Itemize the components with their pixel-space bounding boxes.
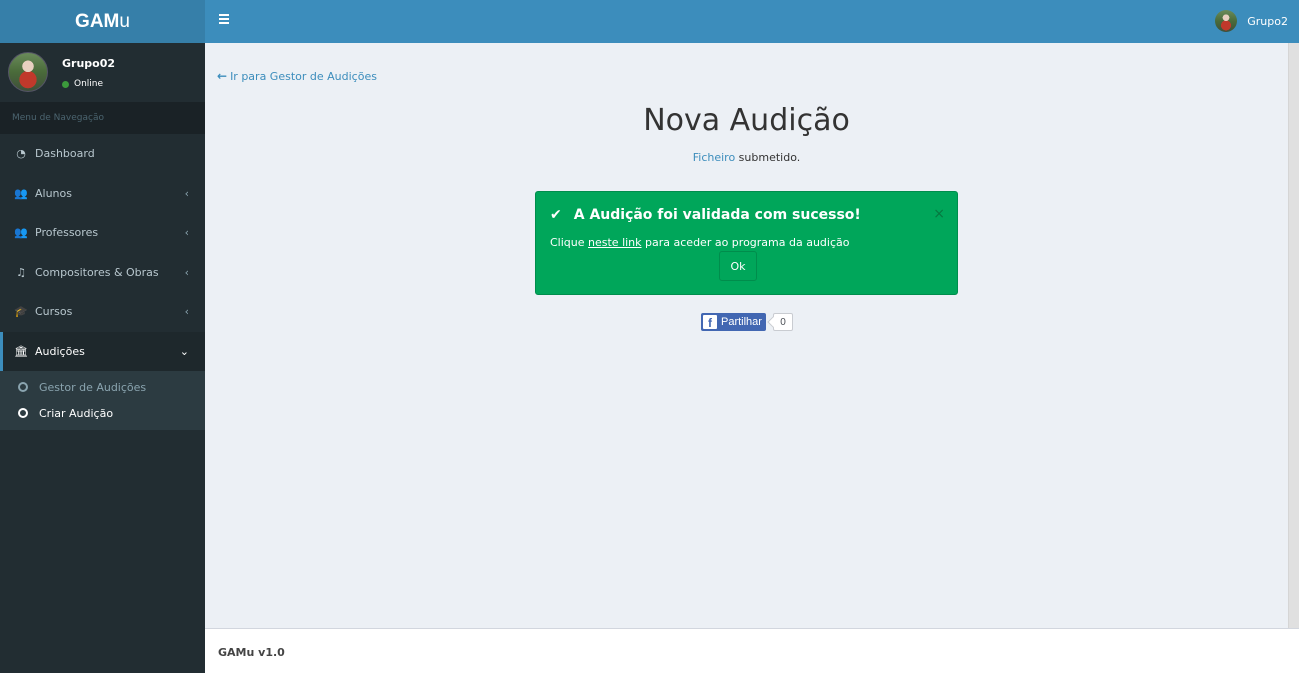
back-to-gestor-link[interactable]: ← Ir para Gestor de Audições [217, 69, 377, 83]
chevron-left-icon: ‹ [184, 265, 189, 279]
user-name: Grupo02 [62, 57, 116, 70]
institution-icon: 🏛 [14, 344, 28, 358]
users-icon: 👥 [14, 186, 28, 200]
submenu-item-label: Gestor de Audições [39, 380, 147, 394]
alert-text-after: para aceder ao programa da audição [641, 236, 850, 249]
footer-version: GAMu v1.0 [218, 646, 285, 659]
facebook-share-button[interactable]: f Partilhar [701, 313, 766, 331]
ficheiro-link[interactable]: Ficheiro [693, 151, 735, 164]
sidebar-item-cursos[interactable]: 🎓 Cursos ‹ [0, 292, 205, 332]
online-status-dot-icon [62, 80, 69, 88]
logo-bold: GAM [75, 10, 120, 32]
sidebar-item-label: Alunos [35, 186, 72, 200]
submenu-item-gestor-audicoes[interactable]: Gestor de Audições [0, 374, 205, 400]
sidebar-item-alunos[interactable]: 👥 Alunos ‹ [0, 174, 205, 214]
sidebar-item-label: Cursos [35, 305, 73, 319]
chevron-down-icon: ⌄ [179, 344, 189, 358]
avatar [1215, 10, 1238, 32]
app-logo[interactable]: GAM u [0, 0, 205, 43]
chevron-left-icon: ‹ [184, 305, 189, 319]
sidebar-item-compositores-obras[interactable]: ♫ Compositores & Obras ‹ [0, 253, 205, 293]
facebook-share: f Partilhar 0 [701, 313, 793, 331]
music-icon: ♫ [16, 265, 26, 279]
sidebar-item-label: Professores [35, 226, 99, 240]
user-status-label: Online [74, 79, 104, 89]
footer: GAMu v1.0 [205, 628, 1299, 673]
user-status: Online [62, 79, 103, 89]
graduation-cap-icon: 🎓 [14, 305, 28, 319]
alert-title-text: A Audição foi validada com sucesso! [573, 207, 861, 223]
page-title: Nova Audição [643, 103, 850, 138]
logo-rest: u [119, 10, 130, 32]
submitted-message: Ficheiro submetido. [205, 151, 1288, 164]
share-count: 0 [772, 313, 793, 331]
dashboard-icon: ◔ [16, 147, 26, 161]
alert-text-before: Clique [550, 236, 589, 249]
sidebar-item-professores[interactable]: 👥 Professores ‹ [0, 213, 205, 253]
scrollbar[interactable] [1288, 43, 1299, 628]
alert-message: Clique neste link para aceder ao program… [550, 236, 849, 249]
users-icon: 👥 [14, 226, 28, 240]
audicoes-submenu: Gestor de Audições Criar Audição [0, 371, 205, 430]
circle-icon [18, 382, 28, 392]
top-navbar: Grupo2 [205, 0, 1299, 43]
arrow-left-icon: ← [217, 69, 228, 83]
sidebar-item-label: Compositores & Obras [35, 265, 159, 279]
submitted-text: submetido. [735, 151, 801, 164]
alert-title: ✔ A Audição foi validada com sucesso! [550, 207, 861, 223]
sidebar-toggle-menu-icon[interactable] [219, 14, 229, 26]
chevron-left-icon: ‹ [184, 186, 189, 200]
back-link-label: Ir para Gestor de Audições [230, 70, 377, 83]
sidebar-item-label: Dashboard [35, 147, 95, 161]
sidebar-item-audicoes[interactable]: 🏛 Audições ⌄ [0, 331, 205, 371]
share-label: Partilhar [721, 316, 762, 328]
main-content: ← Ir para Gestor de Audições Nova Audição… [205, 43, 1288, 628]
check-icon: ✔ [550, 207, 562, 223]
ok-button[interactable]: Ok [719, 251, 757, 281]
sidebar: GAM u Grupo02 Online Menu de Navegação ◔ … [0, 0, 205, 673]
program-link[interactable]: neste link [588, 236, 642, 249]
submenu-item-label: Criar Audição [39, 406, 114, 420]
user-menu[interactable]: Grupo2 [1215, 10, 1288, 32]
user-panel: Grupo02 Online [0, 43, 205, 102]
avatar [8, 52, 48, 92]
user-menu-name: Grupo2 [1247, 14, 1288, 28]
success-alert: ✔ A Audição foi validada com sucesso! × … [535, 191, 958, 295]
sidebar-item-label: Audições [35, 344, 85, 358]
submenu-item-criar-audicao[interactable]: Criar Audição [0, 400, 205, 426]
nav-header: Menu de Navegação [0, 102, 205, 134]
circle-icon [18, 408, 28, 418]
close-icon[interactable]: × [933, 206, 945, 222]
chevron-left-icon: ‹ [184, 226, 189, 240]
facebook-icon: f [703, 315, 717, 329]
sidebar-item-dashboard[interactable]: ◔ Dashboard [0, 134, 205, 174]
